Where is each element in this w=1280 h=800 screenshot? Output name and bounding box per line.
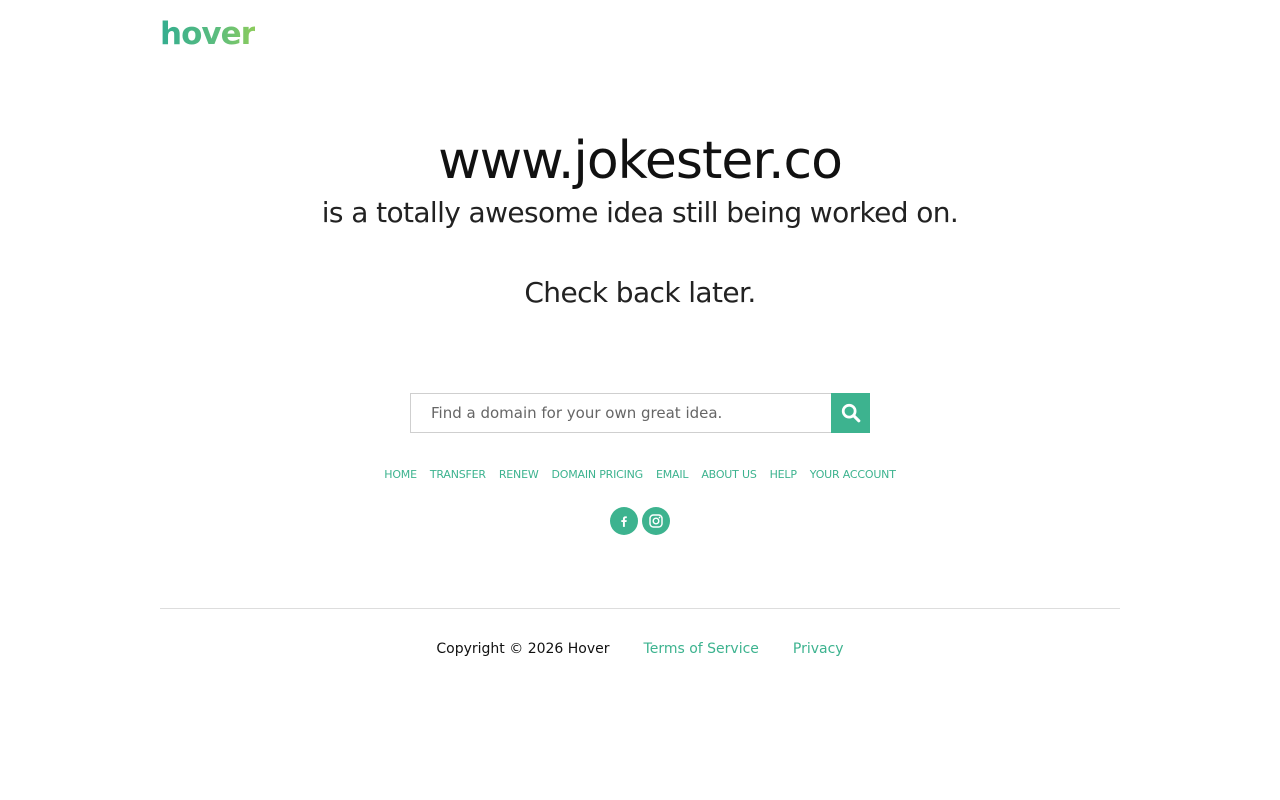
- check-back-text: Check back later.: [524, 276, 756, 309]
- nav-home[interactable]: HOME: [384, 467, 417, 483]
- nav-domain-pricing[interactable]: DOMAIN PRICING: [552, 467, 644, 483]
- nav-your-account[interactable]: YOUR ACCOUNT: [810, 467, 896, 483]
- nav-transfer[interactable]: TRANSFER: [430, 467, 486, 483]
- instagram-icon: [649, 514, 663, 528]
- footer: Copyright © 2026 Hover Terms of Service …: [0, 639, 1280, 659]
- domain-search-input[interactable]: [410, 393, 831, 433]
- hover-logo[interactable]: hover: [160, 14, 256, 54]
- instagram-link[interactable]: [642, 507, 670, 535]
- facebook-icon: [621, 516, 627, 527]
- footer-nav: HOME TRANSFER RENEW DOMAIN PRICING EMAIL…: [0, 467, 1280, 483]
- tagline: is a totally awesome idea still being wo…: [321, 196, 959, 229]
- domain-search-form: [410, 393, 870, 433]
- nav-about-us[interactable]: ABOUT US: [701, 467, 756, 483]
- copyright-text: Copyright © 2026 Hover: [436, 641, 610, 657]
- search-button[interactable]: [831, 393, 870, 433]
- nav-email[interactable]: EMAIL: [656, 467, 689, 483]
- search-icon: [841, 403, 860, 423]
- nav-help[interactable]: HELP: [770, 467, 797, 483]
- privacy-link[interactable]: Privacy: [793, 639, 844, 659]
- terms-of-service-link[interactable]: Terms of Service: [644, 639, 759, 659]
- social-links: [610, 507, 670, 535]
- nav-renew[interactable]: RENEW: [499, 467, 539, 483]
- page: hover www.jokester.co is a totally aweso…: [0, 0, 1280, 800]
- footer-divider: [160, 608, 1120, 609]
- facebook-link[interactable]: [610, 507, 638, 535]
- domain-title: www.jokester.co: [438, 131, 843, 191]
